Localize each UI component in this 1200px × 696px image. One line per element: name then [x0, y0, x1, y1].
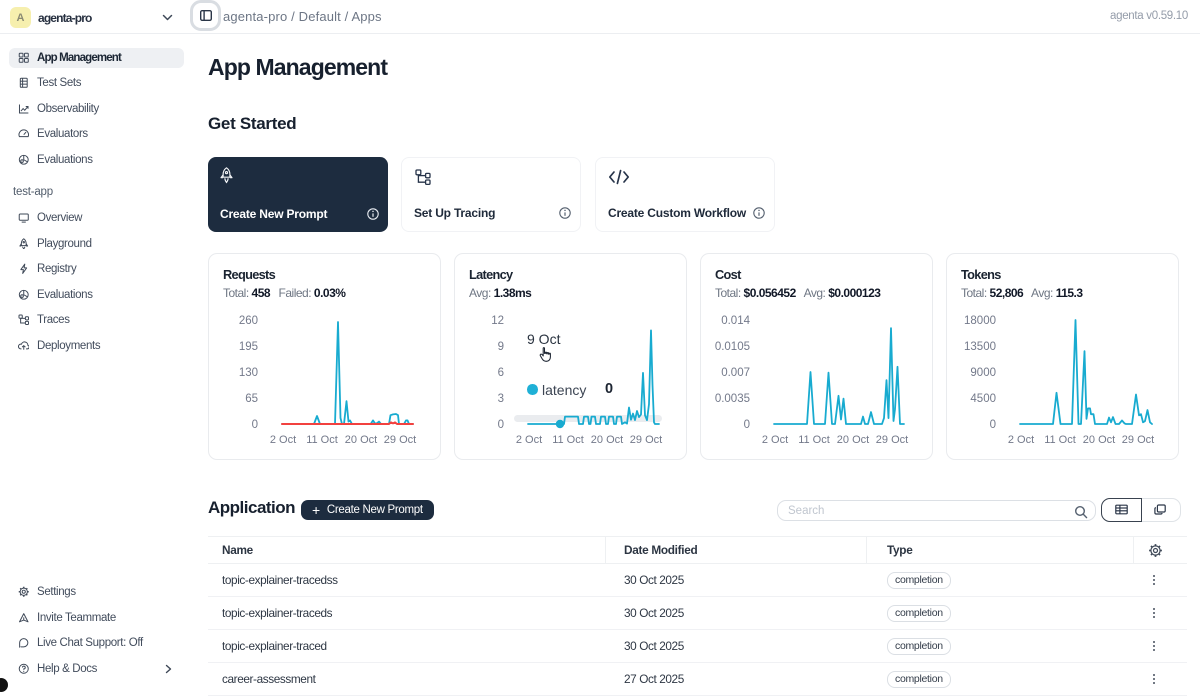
svg-text:6: 6: [498, 367, 504, 379]
svg-text:0: 0: [498, 419, 504, 431]
svg-text:18000: 18000: [964, 315, 996, 327]
svg-text:2 Oct: 2 Oct: [1008, 434, 1034, 446]
svg-text:2 Oct: 2 Oct: [516, 434, 542, 446]
svg-text:9000: 9000: [970, 367, 996, 379]
svg-text:11 Oct: 11 Oct: [798, 434, 830, 446]
svg-text:20 Oct: 20 Oct: [837, 434, 869, 446]
svg-text:20 Oct: 20 Oct: [591, 434, 623, 446]
svg-text:2 Oct: 2 Oct: [762, 434, 788, 446]
svg-text:2 Oct: 2 Oct: [270, 434, 296, 446]
svg-text:12: 12: [491, 315, 504, 327]
svg-text:130: 130: [239, 367, 258, 379]
svg-text:29 Oct: 29 Oct: [384, 434, 416, 446]
svg-text:0.007: 0.007: [721, 367, 750, 379]
svg-text:0: 0: [744, 419, 750, 431]
svg-text:29 Oct: 29 Oct: [1122, 434, 1154, 446]
svg-text:195: 195: [239, 341, 258, 353]
svg-text:11 Oct: 11 Oct: [552, 434, 584, 446]
svg-text:0: 0: [252, 419, 258, 431]
svg-text:20 Oct: 20 Oct: [345, 434, 377, 446]
svg-text:29 Oct: 29 Oct: [630, 434, 662, 446]
svg-text:0.0035: 0.0035: [715, 393, 750, 405]
svg-text:4500: 4500: [970, 393, 996, 405]
svg-text:20 Oct: 20 Oct: [1083, 434, 1115, 446]
svg-text:0: 0: [990, 419, 996, 431]
svg-text:9: 9: [498, 341, 504, 353]
svg-text:29 Oct: 29 Oct: [876, 434, 908, 446]
svg-text:260: 260: [239, 315, 258, 327]
svg-text:11 Oct: 11 Oct: [1044, 434, 1076, 446]
svg-text:0.0105: 0.0105: [715, 341, 750, 353]
svg-text:65: 65: [245, 393, 258, 405]
svg-text:3: 3: [498, 393, 504, 405]
svg-text:0.014: 0.014: [721, 315, 750, 327]
svg-text:13500: 13500: [964, 341, 996, 353]
svg-text:11 Oct: 11 Oct: [306, 434, 338, 446]
